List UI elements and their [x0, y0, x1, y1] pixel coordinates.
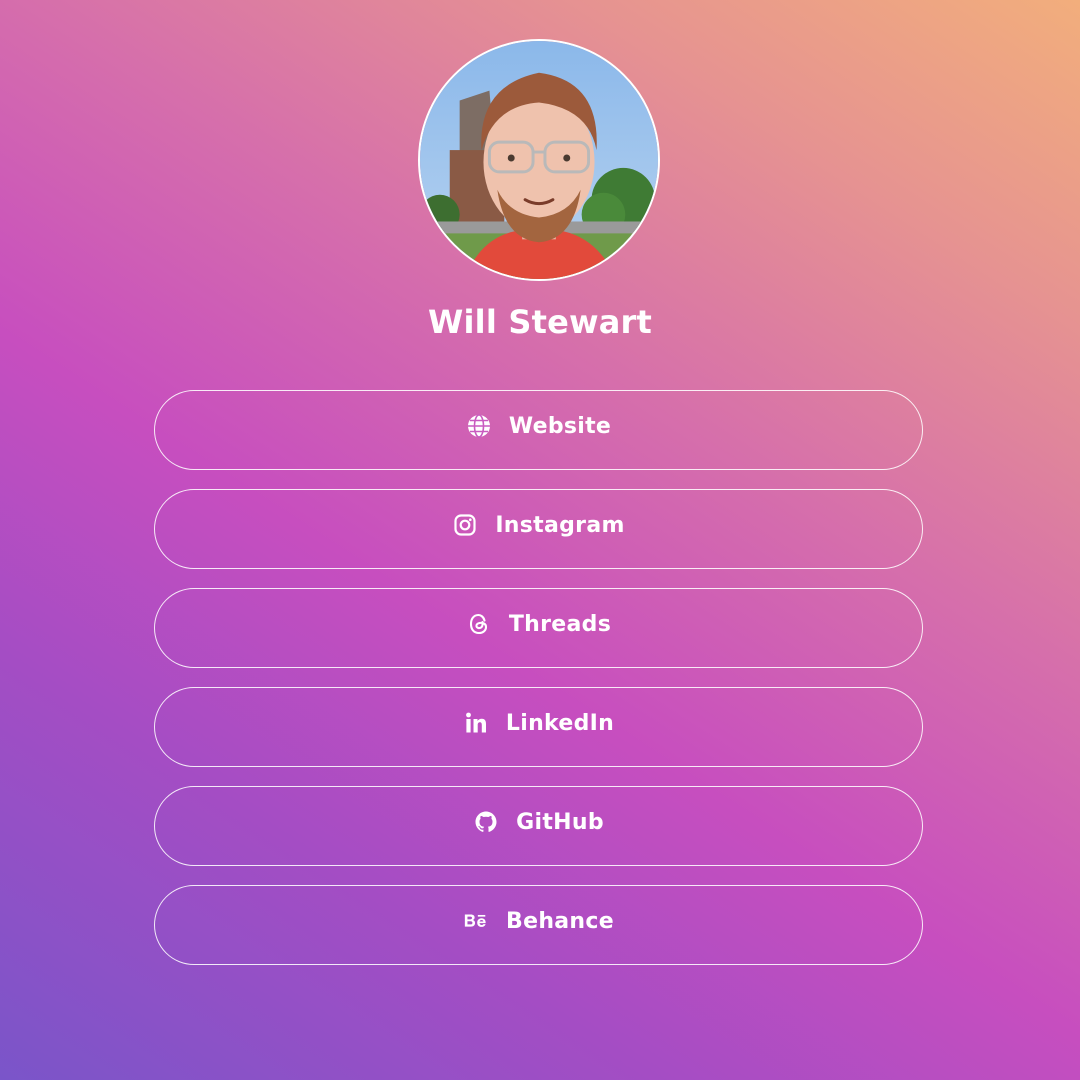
link-list: Website Instagram Threads LinkedIn GitHu… [154, 390, 923, 984]
threads-icon [466, 611, 492, 637]
instagram-icon [452, 512, 478, 538]
linkedin-link-button[interactable]: LinkedIn [154, 687, 923, 767]
linkedin-icon [463, 710, 489, 736]
instagram-link-button[interactable]: Instagram [154, 489, 923, 569]
avatar[interactable] [418, 39, 660, 281]
github-link-label: GitHub [516, 809, 604, 835]
threads-link-label: Threads [508, 611, 612, 637]
behance-icon [463, 908, 489, 934]
profile-name: Will Stewart [427, 303, 653, 341]
instagram-link-label: Instagram [495, 512, 625, 538]
website-link-label: Website [508, 413, 612, 439]
profile-photo [420, 41, 658, 279]
globe-icon [466, 413, 492, 439]
page-background: Will Stewart Website Instagram Threads L… [0, 0, 1080, 1080]
behance-link-button[interactable]: Behance [154, 885, 923, 965]
threads-link-button[interactable]: Threads [154, 588, 923, 668]
github-icon [473, 809, 499, 835]
linkedin-link-label: LinkedIn [505, 710, 615, 736]
behance-link-label: Behance [506, 908, 614, 934]
website-link-button[interactable]: Website [154, 390, 923, 470]
github-link-button[interactable]: GitHub [154, 786, 923, 866]
